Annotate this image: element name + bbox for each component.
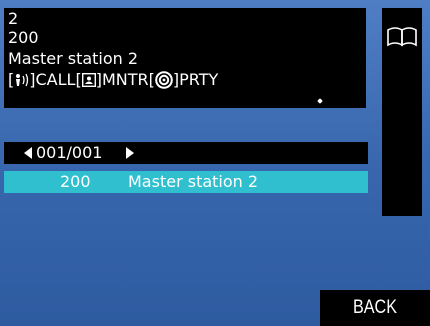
prty-label: PRTY — [179, 70, 219, 89]
list-item[interactable]: 200 Master station 2 — [4, 171, 368, 193]
target-icon — [155, 71, 173, 89]
call-wave-icon — [16, 73, 29, 87]
station-number: 200 — [60, 172, 91, 191]
mntr-label: MNTR — [101, 70, 149, 89]
station-info-panel: 2 200 Master station 2 [ ] CALL [ ] MNTR… — [4, 8, 366, 108]
back-button[interactable]: BACK — [320, 290, 430, 326]
station-name: Master station 2 — [128, 172, 259, 191]
page-indicator: 001/001 — [36, 143, 103, 162]
monitor-icon — [81, 73, 96, 87]
page-navigation-bar: 001/001 — [4, 142, 368, 164]
scroll-dot-indicator — [317, 98, 323, 104]
next-page-arrow-icon[interactable] — [126, 147, 134, 159]
info-line-station-name: Master station 2 — [8, 49, 139, 68]
previous-page-arrow-icon[interactable] — [24, 147, 32, 159]
call-label: CALL — [35, 70, 76, 89]
side-scroll-panel — [382, 66, 422, 216]
directory-book-button[interactable] — [382, 8, 422, 66]
back-button-label: BACK — [353, 297, 397, 318]
book-icon — [387, 27, 417, 47]
info-line-index: 2 — [8, 9, 19, 28]
intercom-screen: 2 200 Master station 2 [ ] CALL [ ] MNTR… — [0, 0, 430, 326]
info-line-number: 200 — [8, 28, 39, 47]
status-line: [ ] CALL [ ] MNTR [ ] PRTY — [8, 71, 218, 89]
